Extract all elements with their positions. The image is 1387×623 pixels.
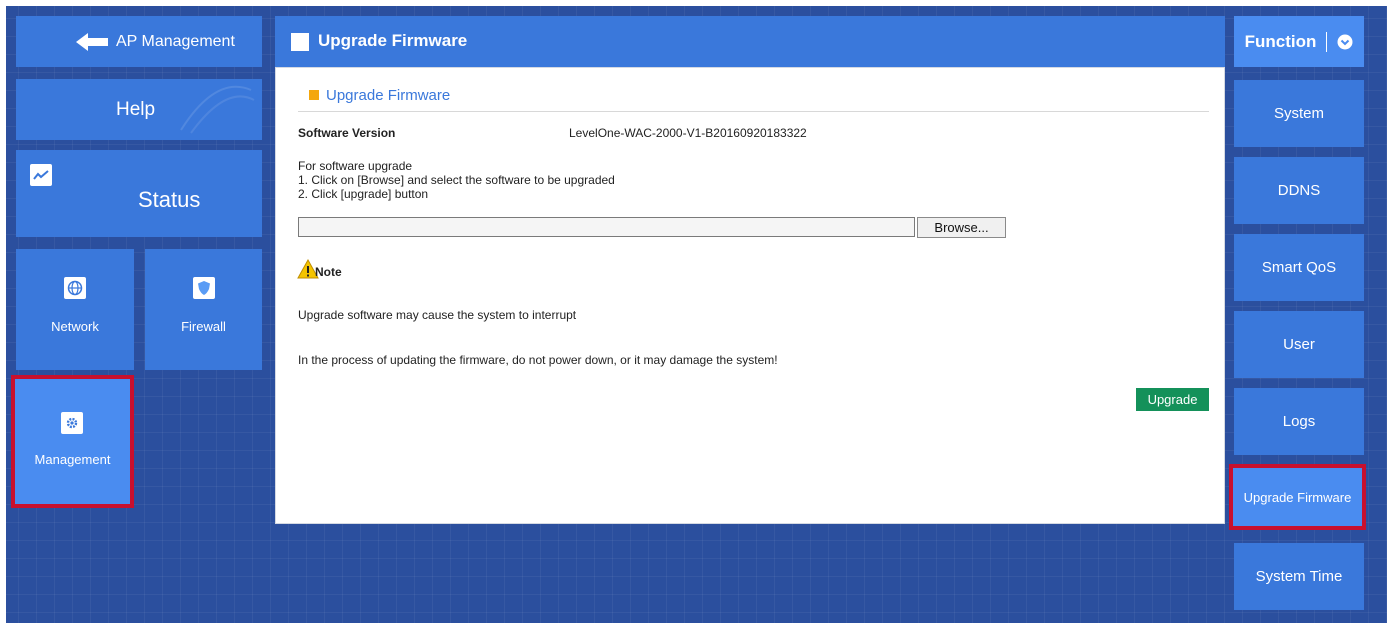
menu-item-logs[interactable]: Logs (1234, 388, 1364, 455)
menu-item-smart-qos[interactable]: Smart QoS (1234, 234, 1364, 301)
network-tile[interactable]: Network (16, 249, 134, 370)
menu-item-ddns[interactable]: DDNS (1234, 157, 1364, 224)
browse-label: Browse... (934, 220, 989, 235)
function-dropdown-button[interactable]: Function (1234, 16, 1364, 67)
menu-item-logs-label: Logs (1282, 413, 1316, 430)
help-tile[interactable]: Help (16, 79, 262, 140)
instruction-line-3: 2. Click [upgrade] button (298, 187, 429, 201)
upgrade-label: Upgrade (1147, 392, 1198, 407)
swoosh-decoration-icon (180, 85, 255, 134)
help-label: Help (116, 99, 156, 120)
note-label: Note (315, 265, 342, 279)
menu-item-system-time-label: System Time (1255, 568, 1343, 585)
software-version-value: LevelOne-WAC-2000-V1-B20160920183322 (569, 126, 807, 140)
menu-item-ddns-label: DDNS (1277, 182, 1321, 199)
menu-item-smart-qos-label: Smart QoS (1261, 259, 1337, 276)
header-square-icon (291, 33, 309, 51)
file-path-input[interactable] (298, 217, 915, 237)
status-tile[interactable]: Status (16, 150, 262, 237)
header-title: Upgrade Firmware (318, 31, 468, 50)
gear-icon (61, 412, 83, 434)
firewall-label: Firewall (181, 319, 226, 334)
note-line-1: Upgrade software may cause the system to… (298, 308, 577, 322)
main-content: Upgrade Firmware Software Version LevelO… (275, 67, 1225, 524)
function-divider (1326, 31, 1328, 52)
management-label: Management (34, 452, 111, 467)
back-ap-management-button[interactable]: AP Management (16, 16, 262, 67)
menu-item-system[interactable]: System (1234, 80, 1364, 147)
main-header: Upgrade Firmware (275, 16, 1225, 67)
instruction-line-2: 1. Click on [Browse] and select the soft… (298, 173, 615, 187)
menu-item-user-label: User (1283, 336, 1315, 353)
browse-button[interactable]: Browse... (917, 217, 1006, 238)
globe-icon (64, 277, 86, 299)
status-label: Status (138, 187, 201, 212)
menu-item-system-time[interactable]: System Time (1234, 543, 1364, 610)
menu-item-upgrade-firmware-label: Upgrade Firmware (1243, 489, 1352, 505)
section-divider (298, 111, 1209, 112)
firewall-tile[interactable]: Firewall (145, 249, 262, 370)
chevron-down-icon (1337, 34, 1353, 49)
arrow-left-icon (76, 33, 108, 51)
note-line-2: In the process of updating the firmware,… (298, 353, 778, 367)
function-title: Function (1244, 31, 1317, 51)
chart-line-icon (30, 164, 52, 186)
shield-icon (193, 277, 215, 299)
menu-item-user[interactable]: User (1234, 311, 1364, 378)
network-label: Network (51, 319, 99, 334)
menu-item-upgrade-firmware[interactable]: Upgrade Firmware (1229, 464, 1366, 530)
back-label: AP Management (116, 33, 235, 50)
left-border (0, 0, 6, 623)
menu-item-system-label: System (1273, 105, 1324, 122)
software-version-label: Software Version (298, 126, 396, 140)
top-border (0, 0, 1387, 6)
upgrade-button[interactable]: Upgrade (1136, 388, 1209, 411)
management-tile[interactable]: Management (11, 375, 134, 508)
section-title: Upgrade Firmware (326, 87, 451, 104)
orange-marker-icon (309, 90, 319, 100)
instruction-line-1: For software upgrade (298, 159, 413, 173)
